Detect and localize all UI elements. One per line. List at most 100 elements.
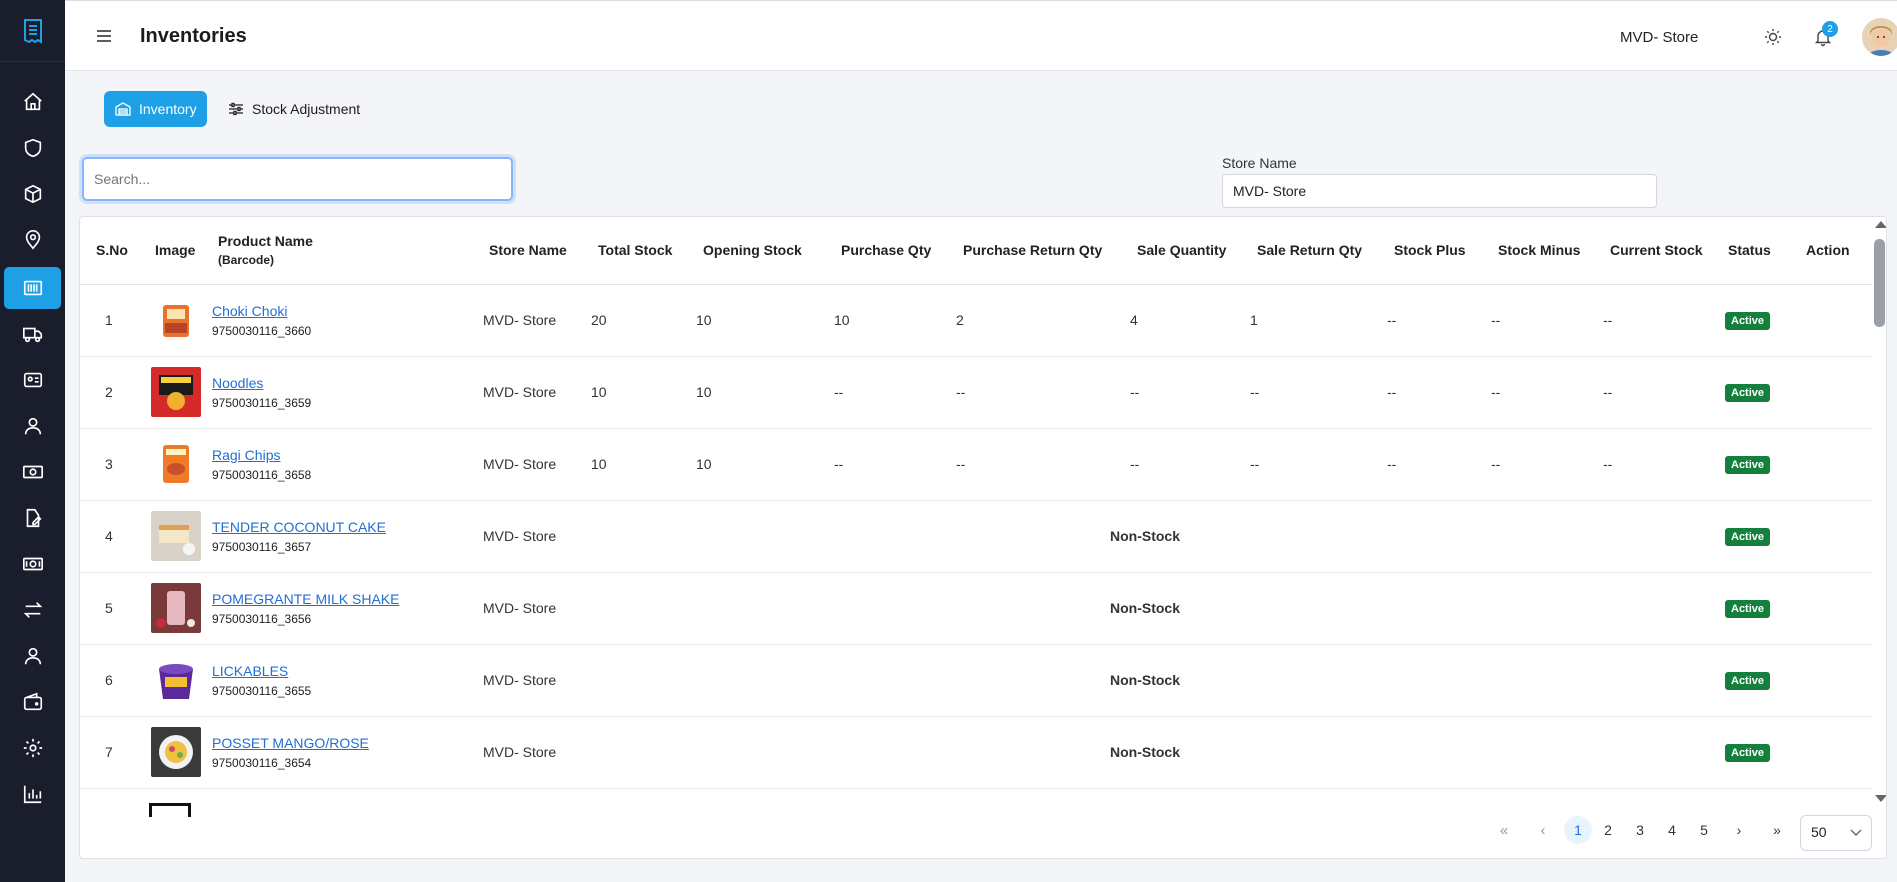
inventory-table-card: S.No Image Product Name (Barcode) Store …	[79, 216, 1887, 859]
table-header-row: S.No Image Product Name (Barcode) Store …	[80, 217, 1872, 285]
cell-total-stock: 10	[578, 356, 683, 429]
product-link[interactable]: Choki Choki	[212, 303, 287, 319]
cell-sno: 4	[80, 500, 142, 573]
table-row: 7 POSSET MANGO/ROSE 9750030116_3654 MVD-…	[80, 716, 1872, 789]
product-barcode: 9750030116_3657	[212, 539, 312, 554]
partial-row-thumbnail	[149, 803, 191, 817]
bar-chart-icon	[23, 785, 41, 804]
cell-sno: 2	[80, 356, 142, 429]
page-size-select[interactable]: 50	[1800, 815, 1872, 851]
pagination-prev-button[interactable]: ‹	[1531, 816, 1555, 844]
product-link[interactable]: POSSET MANGO/ROSE	[212, 735, 369, 751]
cell-stock-plus: --	[1374, 428, 1478, 501]
table-row: 2 Noodles 9750030116_3659 MVD- Store 10 …	[80, 356, 1872, 429]
product-link[interactable]: POMEGRANTE MILK SHAKE	[212, 591, 399, 607]
product-barcode: 9750030116_3655	[212, 683, 312, 698]
cell-image	[142, 500, 205, 573]
product-image-pomegranate-milk-shake	[151, 583, 201, 633]
sidebar-item-security[interactable]	[4, 127, 61, 169]
sidebar-item-home[interactable]	[4, 81, 61, 123]
pagination-page-2[interactable]: 2	[1596, 816, 1620, 844]
cell-purchase-return-qty: --	[943, 428, 1117, 501]
hamburger-menu-icon	[97, 30, 111, 42]
sidebar-item-cash[interactable]	[4, 451, 61, 493]
sidebar-item-users[interactable]	[4, 405, 61, 447]
sidebar-item-profile[interactable]	[4, 635, 61, 677]
table-scrollbar-thumb[interactable]	[1874, 239, 1885, 327]
app-logo[interactable]	[0, 0, 65, 62]
cell-product: Ragi Chips 9750030116_3658	[205, 428, 471, 501]
pagination-page-3[interactable]: 3	[1628, 816, 1652, 844]
product-link[interactable]: Noodles	[212, 375, 263, 391]
page-size-value: 50	[1811, 824, 1827, 840]
location-pin-icon	[25, 230, 40, 250]
sidebar-item-documents[interactable]	[4, 497, 61, 539]
sidebar-item-reports[interactable]	[4, 773, 61, 815]
cell-sno: 1	[80, 284, 142, 357]
cell-current-stock: --	[1590, 356, 1712, 429]
sidebar-item-products[interactable]	[4, 173, 61, 215]
pagination-first-button[interactable]: «	[1492, 816, 1516, 844]
user-avatar[interactable]	[1862, 18, 1897, 56]
sidebar-item-locations[interactable]	[4, 219, 61, 261]
cell-status: Active	[1712, 284, 1790, 357]
product-image-lickables	[151, 655, 201, 705]
pagination-page-4[interactable]: 4	[1660, 816, 1684, 844]
sidebar-item-transfers[interactable]	[4, 589, 61, 631]
chevron-down-icon	[1850, 829, 1862, 836]
tab-inventory[interactable]: Inventory	[104, 91, 207, 127]
scroll-up-arrow-icon[interactable]	[1875, 221, 1886, 228]
tab-stock-adjustment-label: Stock Adjustment	[252, 101, 361, 117]
theme-toggle-button[interactable]	[1763, 27, 1783, 47]
cell-opening-stock: 10	[683, 284, 821, 357]
pagination-page-5[interactable]: 5	[1692, 816, 1716, 844]
pagination-next-button[interactable]: ›	[1727, 816, 1751, 844]
cell-image	[142, 428, 205, 501]
receipt-logo-icon	[23, 18, 42, 44]
user-icon	[24, 417, 41, 435]
cell-action	[1790, 500, 1872, 573]
tab-inventory-label: Inventory	[139, 101, 197, 117]
sidebar-item-inventory[interactable]	[4, 267, 61, 309]
store-filter-field[interactable]: MVD- Store	[1222, 174, 1657, 208]
col-total-stock: Total Stock	[578, 217, 683, 285]
cell-action	[1790, 572, 1872, 645]
cell-non-stock: Non-Stock	[578, 644, 1712, 717]
cell-total-stock: 20	[578, 284, 683, 357]
product-image-noodles	[151, 367, 201, 417]
warehouse-icon	[115, 102, 131, 116]
table-row: 5 POMEGRANTE MILK SHAKE 9750030116_3656 …	[80, 572, 1872, 645]
status-badge: Active	[1725, 527, 1771, 546]
product-link[interactable]: Ragi Chips	[212, 447, 280, 463]
sidebar-item-delivery[interactable]	[4, 313, 61, 355]
sidebar-item-cards[interactable]	[4, 359, 61, 401]
cell-purchase-return-qty: --	[943, 356, 1117, 429]
user-profile-icon	[24, 647, 41, 665]
scroll-down-arrow-icon[interactable]	[1875, 795, 1886, 802]
sidebar-item-settings[interactable]	[4, 727, 61, 769]
current-store-label[interactable]: MVD- Store	[1620, 29, 1698, 46]
sidebar-item-money[interactable]	[4, 543, 61, 585]
pagination-page-1[interactable]: 1	[1564, 816, 1592, 844]
menu-toggle-button[interactable]	[93, 25, 115, 47]
col-purchase-return-qty: Purchase Return Qty	[943, 217, 1117, 285]
cell-purchase-qty: --	[821, 356, 943, 429]
product-link[interactable]: LICKABLES	[212, 663, 288, 679]
sidebar-item-wallet[interactable]	[4, 681, 61, 723]
tab-stock-adjustment[interactable]: Stock Adjustment	[224, 91, 374, 127]
table-row: 6 LICKABLES 9750030116_3655 MVD- Store N…	[80, 644, 1872, 717]
gear-icon	[23, 738, 42, 758]
non-stock-label: Non-Stock	[1110, 528, 1180, 544]
cell-store: MVD- Store	[471, 572, 578, 645]
pagination-last-button[interactable]: »	[1765, 816, 1789, 844]
product-link[interactable]: TENDER COCONUT CAKE	[212, 519, 386, 535]
id-card-icon	[23, 372, 42, 388]
cell-non-stock: Non-Stock	[578, 716, 1712, 789]
product-barcode: 9750030116_3656	[212, 611, 312, 626]
cell-stock-plus: --	[1374, 284, 1478, 357]
status-badge: Active	[1725, 599, 1771, 618]
col-product-name-label: Product Name	[218, 233, 313, 250]
search-input[interactable]	[82, 157, 513, 201]
col-sale-quantity: Sale Quantity	[1117, 217, 1237, 285]
product-barcode: 9750030116_3660	[212, 323, 312, 338]
